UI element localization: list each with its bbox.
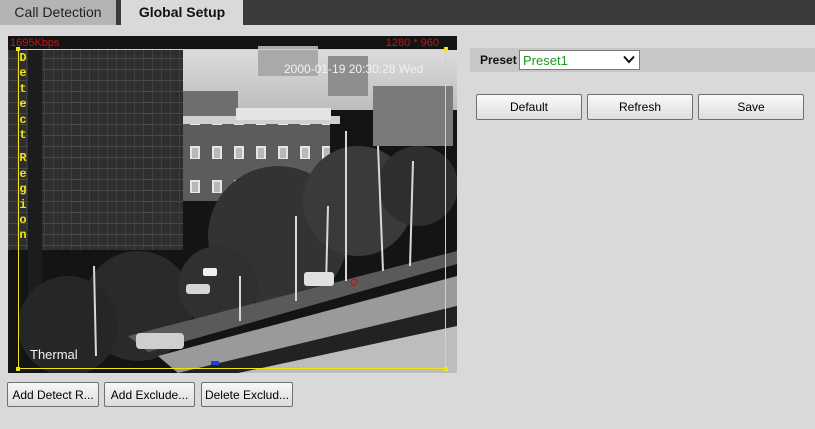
preset-select[interactable]: Preset1 [519, 50, 640, 70]
resolution-readout: 1280 * 960 [385, 37, 439, 49]
save-button[interactable]: Save [698, 94, 804, 120]
add-detect-region-button[interactable]: Add Detect R... [7, 382, 99, 407]
default-button[interactable]: Default [476, 94, 582, 120]
region-handle-bottom-right[interactable] [444, 367, 448, 371]
region-handle-top-right[interactable] [444, 47, 448, 51]
tab-call-detection[interactable]: Call Detection [0, 0, 116, 25]
detect-region-label: D e t e c t R e g i o n [19, 51, 27, 243]
preset-label: Preset [480, 53, 517, 67]
tab-bar: Call Detection Global Setup [0, 0, 815, 25]
add-exclude-region-button[interactable]: Add Exclude... [104, 382, 195, 407]
chevron-down-icon [623, 55, 635, 64]
delete-exclude-region-button[interactable]: Delete Exclud... [201, 382, 293, 407]
refresh-button[interactable]: Refresh [587, 94, 693, 120]
tab-global-setup[interactable]: Global Setup [121, 0, 243, 25]
preset-selected-value: Preset1 [523, 53, 568, 68]
video-preview[interactable]: 1695Kbps 1280 * 960 2000-01-19 20:30:28 … [8, 36, 457, 373]
region-handle-bottom-left[interactable] [16, 367, 20, 371]
detect-region-box[interactable] [18, 49, 446, 369]
